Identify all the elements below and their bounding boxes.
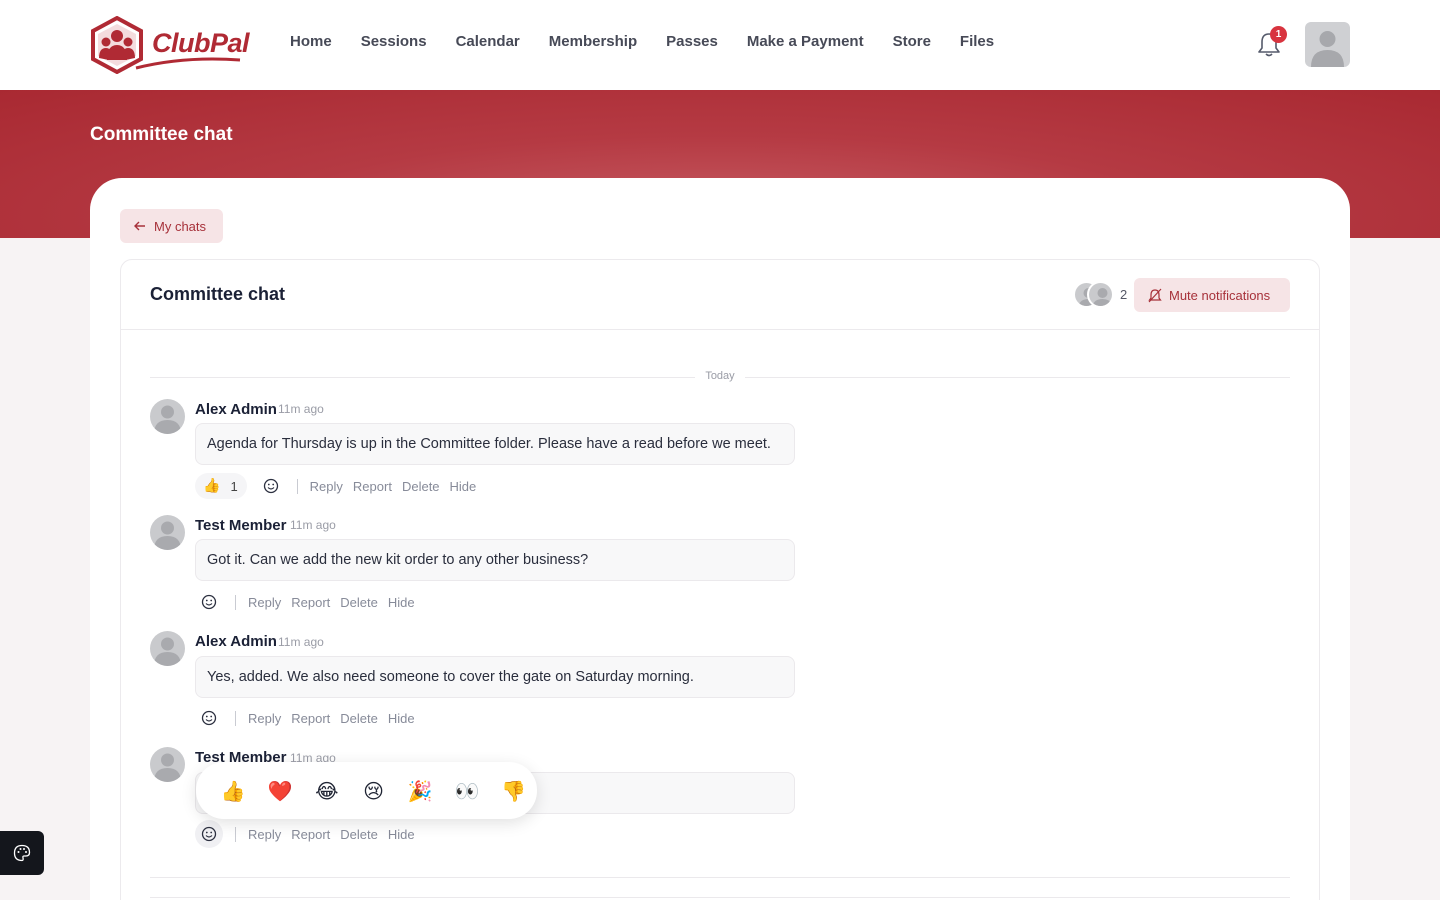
avatar-placeholder-icon	[154, 521, 181, 550]
avatar-placeholder-icon	[1092, 288, 1112, 306]
message-author: Test Member	[195, 517, 287, 534]
smile-icon	[201, 594, 217, 610]
delete-action[interactable]: Delete	[340, 711, 378, 726]
actions-separator	[235, 710, 236, 726]
member-avatar	[1087, 281, 1114, 308]
reply-action[interactable]: Reply	[248, 827, 281, 842]
hide-action[interactable]: Hide	[388, 711, 415, 726]
nav-sessions[interactable]: Sessions	[361, 33, 427, 50]
message-bubble: Got it. Can we add the new kit order to …	[195, 539, 795, 581]
page-title: Committee chat	[90, 124, 233, 145]
notification-badge: 1	[1270, 26, 1287, 43]
hide-action[interactable]: Hide	[450, 479, 477, 494]
user-avatar[interactable]	[1305, 22, 1350, 67]
add-reaction-button[interactable]	[195, 588, 223, 616]
message-avatar	[150, 399, 185, 434]
hide-action[interactable]: Hide	[388, 595, 415, 610]
message-avatar	[150, 631, 185, 666]
day-divider-line	[150, 377, 695, 378]
smile-icon	[263, 478, 278, 494]
arrow-left-icon	[134, 221, 145, 231]
report-action[interactable]: Report	[291, 827, 330, 842]
emoji-option-thumbs-down[interactable]: 👎	[490, 779, 537, 803]
main-nav: Home Sessions Calendar Membership Passes…	[290, 33, 1023, 50]
message-author: Alex Admin	[195, 633, 277, 650]
emoji-option-party[interactable]: 🎉	[397, 779, 444, 803]
theme-toggle-button[interactable]	[0, 831, 44, 875]
actions-separator	[235, 594, 236, 610]
message-time: 11m ago	[278, 635, 324, 649]
smile-icon	[201, 710, 217, 726]
day-divider-label: Today	[705, 370, 735, 382]
add-reaction-button[interactable]	[195, 704, 223, 732]
reply-action[interactable]: Reply	[248, 711, 281, 726]
nav-store[interactable]: Store	[893, 33, 931, 50]
message-time: 11m ago	[278, 402, 324, 416]
hide-action[interactable]: Hide	[388, 827, 415, 842]
nav-membership[interactable]: Membership	[549, 33, 637, 50]
message-actions: Reply Report Delete Hide	[195, 820, 425, 848]
logo-swoosh-icon	[135, 57, 241, 70]
nav-calendar[interactable]: Calendar	[456, 33, 520, 50]
palette-icon	[13, 844, 31, 862]
delete-action[interactable]: Delete	[340, 595, 378, 610]
message-bubble: Yes, added. We also need someone to cove…	[195, 656, 795, 698]
add-reaction-button[interactable]	[195, 820, 223, 848]
member-count: 2	[1120, 287, 1128, 302]
reply-action[interactable]: Reply	[248, 595, 281, 610]
reaction-count: 1	[230, 478, 238, 494]
emoji-option-heart[interactable]: ❤️	[257, 779, 304, 803]
message-avatar	[150, 747, 185, 782]
message-actions: Reply Report Delete Hide	[195, 704, 425, 732]
message-time: 11m ago	[290, 518, 336, 532]
composer-divider	[150, 877, 1290, 878]
nav-make-a-payment[interactable]: Make a Payment	[747, 33, 864, 50]
emoji-picker: 👍 ❤️ 😂 😢 🎉 👀 👎	[196, 762, 537, 819]
avatar-placeholder-icon	[154, 753, 181, 782]
mute-notifications-button[interactable]: Mute notifications	[1134, 278, 1290, 312]
reply-action[interactable]: Reply	[310, 479, 343, 494]
mute-button-label: Mute notifications	[1169, 287, 1271, 303]
nav-passes[interactable]: Passes	[666, 33, 718, 50]
back-to-my-chats-button[interactable]: My chats	[120, 209, 223, 243]
day-divider-line	[745, 377, 1290, 378]
nav-home[interactable]: Home	[290, 33, 332, 50]
member-avatars[interactable]	[1073, 281, 1117, 309]
report-action[interactable]: Report	[291, 711, 330, 726]
message-actions: 👍 1 Reply Report Delete Hide	[195, 472, 486, 500]
actions-separator	[296, 478, 298, 494]
message-bubble: Agenda for Thursday is up in the Committ…	[195, 423, 795, 465]
avatar-placeholder-icon	[154, 637, 181, 666]
report-action[interactable]: Report	[353, 479, 392, 494]
nav-files[interactable]: Files	[960, 33, 994, 50]
delete-action[interactable]: Delete	[340, 827, 378, 842]
emoji-option-crying[interactable]: 😢	[350, 779, 397, 803]
avatar-placeholder-icon	[1311, 31, 1344, 67]
chat-title: Committee chat	[150, 284, 286, 304]
add-reaction-button[interactable]	[257, 472, 285, 500]
report-action[interactable]: Report	[291, 595, 330, 610]
message-actions: Reply Report Delete Hide	[195, 588, 425, 616]
actions-separator	[235, 826, 236, 842]
message-avatar	[150, 515, 185, 550]
emoji-option-eyes[interactable]: 👀	[444, 779, 491, 803]
clubpal-logo[interactable]: ClubPal	[90, 16, 250, 74]
back-button-label: My chats	[154, 218, 207, 234]
avatar-placeholder-icon	[154, 405, 181, 434]
reaction-pill[interactable]: 👍 1	[195, 473, 247, 499]
reaction-emoji: 👍	[203, 478, 221, 494]
bell-off-icon	[1148, 288, 1162, 302]
delete-action[interactable]: Delete	[402, 479, 440, 494]
message-author: Alex Admin	[195, 401, 277, 418]
smile-icon	[201, 826, 217, 842]
emoji-option-thumbs-up[interactable]: 👍	[210, 779, 257, 803]
emoji-option-laughing[interactable]: 😂	[303, 779, 350, 803]
